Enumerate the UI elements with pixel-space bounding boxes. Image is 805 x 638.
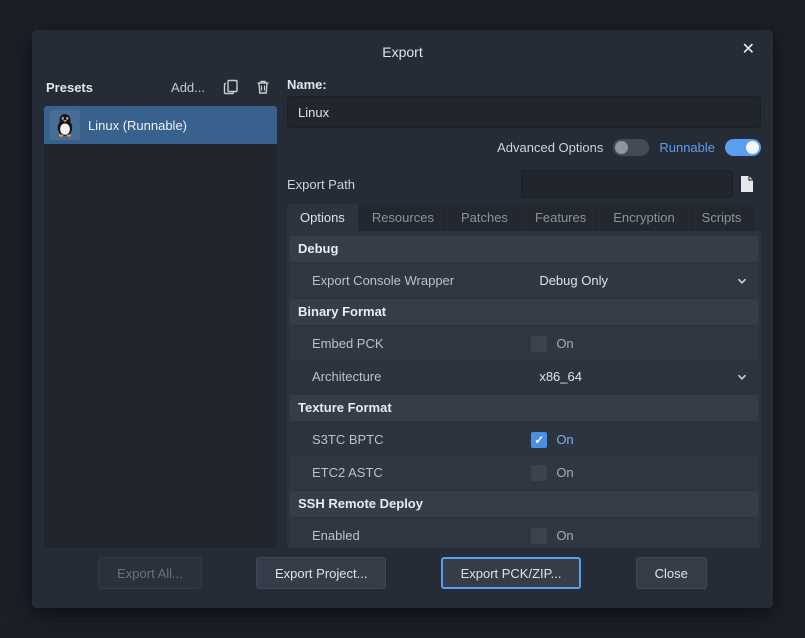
delete-preset-button[interactable] — [251, 75, 275, 99]
toggle-row: Advanced Options Runnable — [287, 128, 761, 166]
presets-panel: Presets Add... Linux (Runnable) — [44, 72, 277, 548]
architecture-dropdown[interactable]: x86_64 — [531, 369, 748, 384]
dialog-header: Export ✕ — [44, 38, 761, 66]
name-input[interactable] — [287, 96, 761, 128]
presets-header: Presets Add... — [44, 72, 277, 102]
runnable-toggle[interactable] — [725, 139, 761, 156]
add-preset-button[interactable]: Add... — [171, 80, 205, 95]
export-path-label: Export Path — [287, 177, 521, 192]
prop-row-embed-pck: Embed PCK On — [290, 327, 758, 360]
etc2-astc-checkbox[interactable] — [531, 465, 547, 481]
toggle-knob — [615, 141, 628, 154]
duplicate-icon — [223, 79, 239, 95]
chevron-down-icon — [736, 275, 748, 287]
prop-editor: ✓ On — [519, 432, 758, 448]
toggle-knob — [746, 141, 759, 154]
name-label: Name: — [287, 72, 761, 96]
tab-scripts[interactable]: Scripts — [689, 204, 755, 231]
export-dialog: Export ✕ Presets Add... Linux (Runnable) — [32, 30, 773, 608]
prop-editor: On — [519, 465, 758, 481]
s3tc-bptc-checkbox[interactable]: ✓ — [531, 432, 547, 448]
tab-resources[interactable]: Resources — [359, 204, 447, 231]
checkbox-text: On — [556, 432, 573, 447]
checkbox-text: On — [556, 465, 573, 480]
preset-item-linux-runnable[interactable]: Linux (Runnable) — [44, 106, 277, 144]
section-header-ssh-remote-deploy: SSH Remote Deploy — [290, 491, 758, 517]
preset-list: Linux (Runnable) — [44, 106, 277, 548]
duplicate-preset-button[interactable] — [219, 75, 243, 99]
enabled-checkbox[interactable] — [531, 528, 547, 544]
prop-row-s3tc-bptc: S3TC BPTC ✓ On — [290, 423, 758, 456]
prop-row-export-console-wrapper: Export Console Wrapper Debug Only — [290, 264, 758, 297]
close-button[interactable]: Close — [636, 557, 707, 589]
dialog-footer: Export All... Export Project... Export PCK… — [44, 548, 761, 598]
prop-row-enabled: Enabled On — [290, 519, 758, 548]
prop-editor: Debug Only — [519, 273, 758, 288]
prop-editor: x86_64 — [519, 369, 758, 384]
dropdown-value: Debug Only — [539, 273, 608, 288]
prop-label: ETC2 ASTC — [290, 465, 519, 480]
prop-label: S3TC BPTC — [290, 432, 519, 447]
prop-editor: On — [519, 336, 758, 352]
section-header-texture-format: Texture Format — [290, 395, 758, 421]
prop-label: Enabled — [290, 528, 519, 543]
trash-icon — [255, 79, 271, 95]
tab-encryption[interactable]: Encryption — [600, 204, 687, 231]
export-console-wrapper-dropdown[interactable]: Debug Only — [531, 273, 748, 288]
runnable-label: Runnable — [659, 140, 715, 155]
tab-patches[interactable]: Patches — [448, 204, 521, 231]
prop-label: Export Console Wrapper — [290, 273, 519, 288]
prop-label: Architecture — [290, 369, 519, 384]
dialog-title: Export — [382, 44, 422, 60]
tab-options[interactable]: Options — [287, 204, 358, 231]
tab-features[interactable]: Features — [522, 204, 599, 231]
export-path-row: Export Path — [287, 166, 761, 202]
section-header-debug: Debug — [290, 236, 758, 262]
linux-penguin-icon — [50, 110, 80, 140]
presets-title: Presets — [46, 80, 163, 95]
embed-pck-checkbox[interactable] — [531, 336, 547, 352]
advanced-options-toggle[interactable] — [613, 139, 649, 156]
checkbox-text: On — [556, 528, 573, 543]
export-project-button[interactable]: Export Project... — [256, 557, 386, 589]
export-pck-zip-button[interactable]: Export PCK/ZIP... — [441, 557, 582, 589]
prop-label: Embed PCK — [290, 336, 519, 351]
prop-row-etc2-astc: ETC2 ASTC On — [290, 456, 758, 489]
checkbox-text: On — [556, 336, 573, 351]
preset-item-label: Linux (Runnable) — [88, 118, 187, 133]
options-panel: Debug Export Console Wrapper Debug Only Bin… — [287, 231, 761, 548]
prop-row-architecture: Architecture x86_64 — [290, 360, 758, 393]
file-icon — [739, 175, 755, 193]
close-icon[interactable]: ✕ — [738, 39, 759, 61]
export-path-input[interactable] — [521, 170, 733, 198]
prop-editor: On — [519, 528, 758, 544]
chevron-down-icon — [736, 371, 748, 383]
dialog-body: Presets Add... Linux (Runnable) Name: — [44, 72, 761, 548]
checkmark-icon: ✓ — [534, 434, 544, 446]
dropdown-value: x86_64 — [539, 369, 582, 384]
browse-path-button[interactable] — [733, 170, 761, 198]
export-all-button: Export All... — [98, 557, 202, 589]
advanced-options-label: Advanced Options — [497, 140, 603, 155]
export-settings-panel: Name: Advanced Options Runnable Export P… — [287, 72, 761, 548]
section-header-binary-format: Binary Format — [290, 299, 758, 325]
tab-bar: OptionsResourcesPatchesFeaturesEncryptio… — [287, 204, 761, 231]
